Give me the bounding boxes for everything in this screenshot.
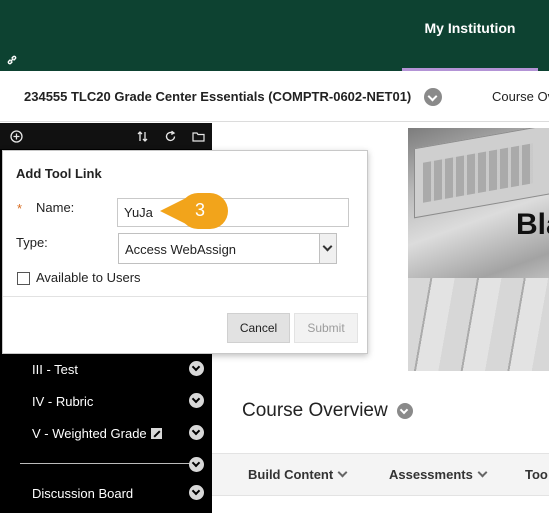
chevron-down-icon[interactable] [189,361,204,376]
page-title: Course Overview [242,400,388,421]
build-content-button[interactable]: Build Content [248,467,348,482]
available-to-users-label[interactable]: Available to Users [36,270,141,285]
tab-my-institution[interactable]: My Institution [402,0,538,71]
edit-icon [150,428,162,439]
menu-item-discussion-board[interactable]: Discussion Board [32,486,133,501]
menu-item-weighted-grade[interactable]: V - Weighted Grade [32,426,162,441]
breadcrumb-course-title[interactable]: 234555 TLC20 Grade Center Essentials (CO… [24,89,411,104]
course-banner-image: Bla [408,128,549,371]
menu-item-test[interactable]: III - Test [32,362,78,377]
name-field[interactable] [117,198,349,227]
assessments-button[interactable]: Assessments [389,467,488,482]
chevron-down-icon[interactable] [189,393,204,408]
course-menu-toolbar [0,123,212,149]
submit-button[interactable]: Submit [294,313,358,343]
step-callout: 3 [160,193,228,229]
tools-button[interactable]: Too [525,467,548,482]
chevron-down-icon[interactable] [189,485,204,500]
chevron-down-icon[interactable] [189,457,204,472]
refresh-icon[interactable] [160,126,180,146]
wood-table-graphic [408,278,549,371]
chevron-down-icon [337,467,348,478]
name-label: Name: [36,200,75,215]
chevron-down-icon[interactable] [397,403,413,419]
type-select[interactable]: Access WebAssign [118,233,337,264]
folder-icon[interactable] [188,126,208,146]
chevron-down-icon[interactable] [189,425,204,440]
dialog-divider [3,296,367,297]
required-marker: * [17,201,23,216]
chevron-down-icon [477,467,488,478]
chevron-down-icon [319,234,336,263]
banner-text: Bla [516,208,549,241]
add-icon[interactable] [6,126,26,146]
menu-divider [20,463,192,464]
add-tool-link-dialog: Add Tool Link * Name: Type: Access WebAs… [2,150,368,354]
sort-icon[interactable] [132,126,152,146]
breadcrumb-current-page[interactable]: Course Ov [492,89,549,104]
type-select-value: Access WebAssign [125,242,237,257]
step-number: 3 [194,200,205,220]
link-icon[interactable] [2,50,22,70]
available-to-users-checkbox[interactable] [17,272,30,285]
content-action-bar: Build Content Assessments Too [212,453,549,496]
dialog-title: Add Tool Link [16,166,102,181]
cancel-button[interactable]: Cancel [227,313,290,343]
top-navigation-bar: My Institution [0,0,549,71]
chevron-down-icon[interactable] [424,88,442,106]
breadcrumb: 234555 TLC20 Grade Center Essentials (CO… [0,71,549,122]
menu-item-rubric[interactable]: IV - Rubric [32,394,93,409]
type-label: Type: [16,235,48,250]
